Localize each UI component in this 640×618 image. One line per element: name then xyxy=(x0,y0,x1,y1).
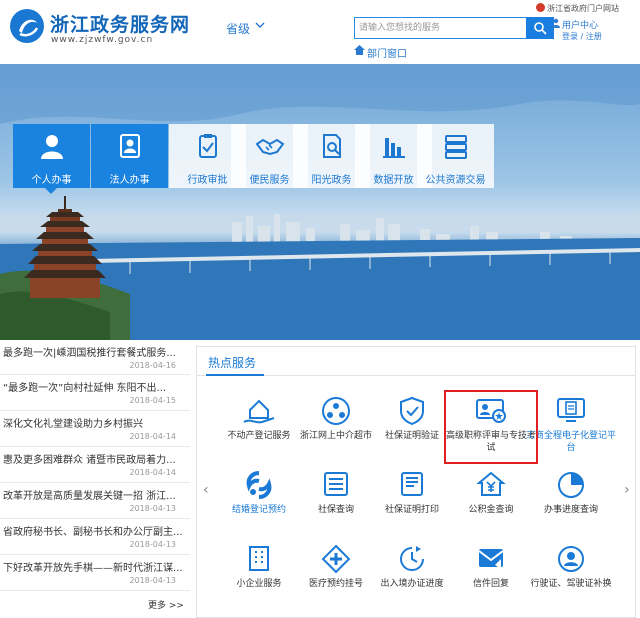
service-progress-query[interactable]: 办事进度查询 xyxy=(526,470,616,540)
news-title[interactable]: 惠及更多困难群众 诸暨市民政局着力... xyxy=(3,451,187,466)
people-network-icon xyxy=(322,397,350,425)
nav-tile-label: 法人办事 xyxy=(109,175,150,186)
news-title[interactable]: 改革开放是高质量发展关键一招 浙江... xyxy=(3,487,187,502)
nav-tile-label: 个人办事 xyxy=(31,175,72,186)
service-driver-license[interactable]: 行驶证、驾驶证补换 xyxy=(526,544,616,614)
service-housing-fund[interactable]: 公积金查询 xyxy=(446,470,536,540)
mail-reply-icon xyxy=(478,549,504,569)
hot-services-title: 热点服务 xyxy=(208,356,257,370)
province-selector[interactable]: 省级 xyxy=(226,20,250,37)
driver-license-icon xyxy=(558,546,584,572)
server-stack-icon xyxy=(444,135,467,159)
building-icon xyxy=(249,546,269,571)
document-search-icon xyxy=(322,134,341,158)
hero-banner xyxy=(0,64,640,340)
news-title[interactable]: “最多跑一次”向村社延伸 东阳不出... xyxy=(3,379,187,394)
news-title[interactable]: 最多跑一次|嵊泗国税推行套餐式服务... xyxy=(3,344,187,359)
news-item[interactable]: 下好改革开放先手棋——新时代浙江谋... 2018-04-13 xyxy=(0,555,190,591)
monitor-doc-icon xyxy=(557,398,585,422)
search-button[interactable] xyxy=(526,17,554,39)
nav-tile-label: 公共资源交易 xyxy=(425,175,486,186)
search-icon xyxy=(534,22,547,35)
person-icon xyxy=(40,135,63,159)
service-exit-entry-progress[interactable]: 出入境办证进度 xyxy=(367,544,457,614)
nav-tile-public-resources[interactable]: 公共资源交易 xyxy=(417,124,494,188)
printer-doc-icon xyxy=(401,472,423,496)
news-title[interactable]: 深化文化礼堂建设助力乡村振兴 xyxy=(3,415,187,430)
handshake-icon xyxy=(255,138,284,156)
carousel-prev-button[interactable]: ‹ xyxy=(203,482,209,498)
news-list: 最多跑一次|嵊泗国税推行套餐式服务... 2018-04-16 “最多跑一次”向… xyxy=(0,340,190,618)
shield-check-icon xyxy=(400,396,424,426)
news-date: 2018-04-13 xyxy=(129,540,177,549)
news-item[interactable]: “最多跑一次”向村社延伸 东阳不出... 2018-04-15 xyxy=(0,375,190,411)
service-label: 工商全程电子化登记平台 xyxy=(526,431,617,453)
service-business-registration[interactable]: 工商全程电子化登记平台 xyxy=(526,396,616,466)
medical-cross-icon xyxy=(321,544,351,574)
user-center-link[interactable]: 用户中心 xyxy=(562,18,598,31)
list-search-icon xyxy=(324,472,348,496)
site-url: www.zjzwfw.gov.cn xyxy=(51,35,154,45)
news-date: 2018-04-13 xyxy=(129,576,177,585)
service-label: 行驶证、驾驶证补换 xyxy=(530,579,612,589)
progress-pie-icon xyxy=(558,472,584,498)
site-title[interactable]: 浙江政务服务网 xyxy=(50,10,190,37)
news-item[interactable]: 深化文化礼堂建设助力乡村振兴 2018-04-14 xyxy=(0,411,190,447)
news-title[interactable]: 省政府秘书长、副秘书长和办公厅副主... xyxy=(3,523,187,538)
service-label: 社保证明打印 xyxy=(384,505,439,515)
news-title[interactable]: 下好改革开放先手棋——新时代浙江谋... xyxy=(3,559,187,574)
news-date: 2018-04-14 xyxy=(129,432,177,441)
hot-services-underline xyxy=(206,374,264,376)
user-icon xyxy=(552,18,560,28)
dept-window-link[interactable]: 部门窗口 xyxy=(367,45,407,60)
home-icon xyxy=(354,45,365,55)
nav-tile-personal[interactable]: 个人办事 xyxy=(13,124,90,194)
service-label: 出入境办证进度 xyxy=(380,579,444,589)
news-date: 2018-04-14 xyxy=(129,468,177,477)
news-more-link[interactable]: 更多 >> xyxy=(148,598,184,611)
hangzhou-landscape-image xyxy=(0,64,640,340)
news-item[interactable]: 省政府秘书长、副秘书长和办公厅副主... 2018-04-13 xyxy=(0,519,190,555)
site-logo-icon[interactable] xyxy=(10,9,44,43)
service-label: 信件回复 xyxy=(472,579,509,589)
page: 浙江政务服务网 www.zjzwfw.gov.cn 省级 请输入您想找的服务 浙… xyxy=(0,0,640,618)
news-item[interactable]: 惠及更多困难群众 诸暨市民政局着力... 2018-04-14 xyxy=(0,447,190,483)
portal-link[interactable]: 浙江省政府门户网站 xyxy=(547,3,619,14)
carousel-next-button[interactable]: › xyxy=(624,482,630,498)
news-date: 2018-04-16 xyxy=(129,361,177,370)
corporate-icon xyxy=(119,134,140,158)
service-label: 办事进度查询 xyxy=(543,505,598,515)
bar-chart-icon xyxy=(382,138,405,158)
news-date: 2018-04-15 xyxy=(129,396,177,405)
clock-arrow-icon xyxy=(400,546,424,571)
clipboard-check-icon xyxy=(198,134,217,158)
login-register-link[interactable]: 登录 / 注册 xyxy=(562,31,602,42)
service-label: 公积金查询 xyxy=(468,505,514,515)
chevron-down-icon[interactable] xyxy=(255,21,265,29)
house-hand-icon xyxy=(243,399,275,424)
hot-services-header: 热点服务 xyxy=(196,346,636,376)
service-letter-reply[interactable]: 信件回复 xyxy=(446,544,536,614)
nav-tile-corporate[interactable]: 法人办事 xyxy=(91,124,168,188)
news-item[interactable]: 最多跑一次|嵊泗国税推行套餐式服务... 2018-04-16 xyxy=(0,340,190,375)
national-emblem-icon xyxy=(536,3,545,12)
service-social-security-print[interactable]: 社保证明打印 xyxy=(367,470,457,540)
house-yen-icon xyxy=(476,471,506,496)
news-item[interactable]: 改革开放是高质量发展关键一招 浙江... 2018-04-13 xyxy=(0,483,190,519)
double-ring-icon xyxy=(246,471,272,499)
news-date: 2018-04-13 xyxy=(129,504,177,513)
search-input[interactable]: 请输入您想找的服务 xyxy=(354,17,526,39)
highlight-annotation-box xyxy=(444,390,538,464)
site-header: 浙江政务服务网 www.zjzwfw.gov.cn 省级 请输入您想找的服务 浙… xyxy=(0,0,640,64)
